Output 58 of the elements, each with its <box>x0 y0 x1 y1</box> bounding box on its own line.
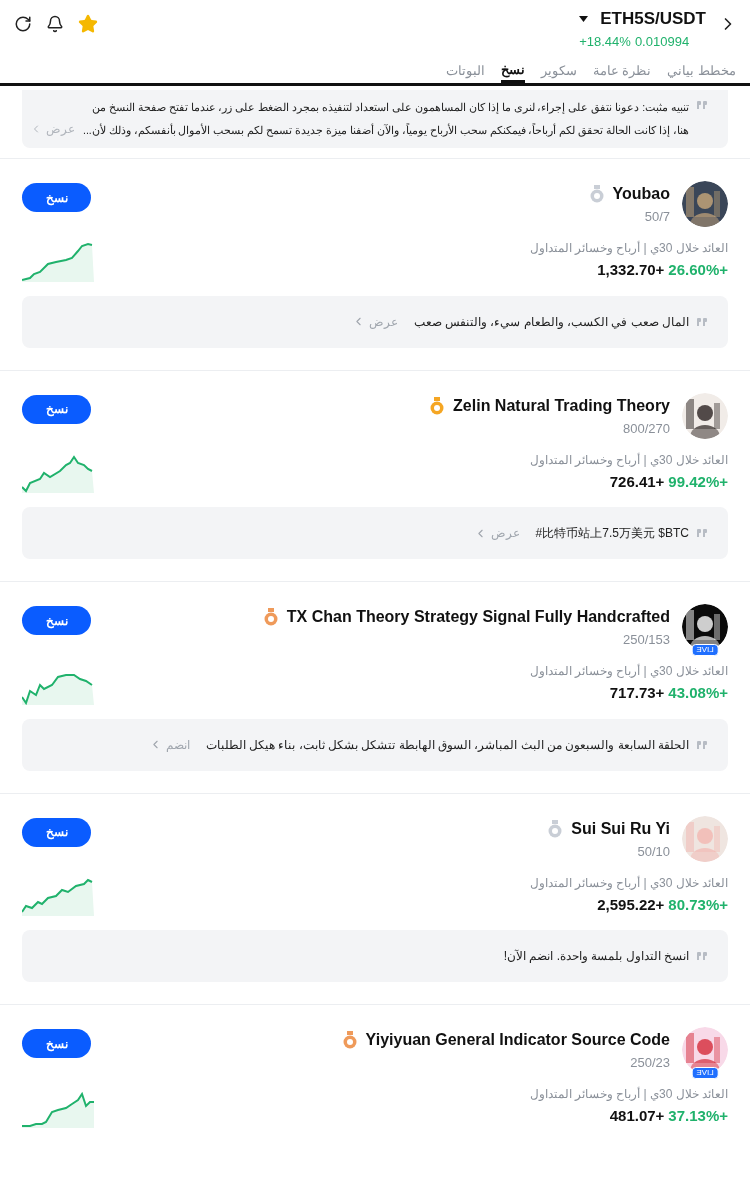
pinned-notice[interactable] <box>22 90 728 148</box>
stats-label: العائد خلال 30ي | أرباح وخسائر المتداول <box>529 874 728 892</box>
live-badge: LIVE <box>691 1067 719 1079</box>
quote-icon <box>697 101 708 109</box>
price-change: +18.44% <box>579 32 631 51</box>
message-card[interactable]: انسخ التداول بلمسة واحدة. انضم الآن! <box>22 930 728 982</box>
tab[interactable]: سكوير <box>540 59 577 83</box>
tab[interactable]: نظرة عامة <box>592 59 652 83</box>
pair-title[interactable]: ETH5S/USDT <box>600 6 706 32</box>
message-text: 比特币站上7.5万美元 $BTC# <box>535 525 689 542</box>
copy-button[interactable]: نسخ <box>22 183 91 212</box>
pnl-value: +726.41 <box>609 471 665 492</box>
message-text: انسخ التداول بلمسة واحدة. انضم الآن! <box>503 948 689 965</box>
message-card[interactable]: الحلقة السابعة والسبعون من البث المباشر، السوق الهابطة تتشكل بشكل ثابت، بناء هيكل الطلبات انضم <box>22 718 728 771</box>
stats-label: العائد خلال 30ي | أرباح وخسائر المتداول <box>529 451 728 469</box>
message-card[interactable]: المال صعب في الكسب، والطعام سيء، والتنفس صعب عرض <box>22 295 728 348</box>
roi-value: +37.13% <box>668 1106 728 1126</box>
trader-name[interactable]: TX Chan Theory Strategy Signal Fully Handcrafted <box>286 605 670 629</box>
message-text: الحلقة السابعة والسبعون من البث المباشر، السوق الهابطة تتشكل بشكل ثابت، بناء هيكل الطلبات <box>205 736 689 754</box>
notice-text: تنبيه مثبت: دعونا نتفق على إجراء، لنرى ما إذا كان المساهمون على استعداد لتنفيذه بمجرد الضغط على زر، عندما تفتح صفحة النسخ من هنا، إذا كانت الحالة تحقق لكم أرباحاً، فيمكنكم سحب الأرباح يومياً، والآن أضفنا ميزة جديدة تسمح لكم بسحب الأموال بأنفسكم، وذلك لأن... <box>83 100 689 139</box>
pnl-value: +1,332.70 <box>597 260 665 280</box>
roi-value: +26.60% <box>668 260 728 280</box>
roi-value: +99.42% <box>668 471 728 492</box>
refresh-icon[interactable] <box>14 15 32 33</box>
quote-icon <box>697 317 708 326</box>
message-text: المال صعب في الكسب، والطعام سيء، والتنفس صعب <box>413 313 689 331</box>
favorite-star-icon[interactable] <box>78 14 98 34</box>
roi-value: +80.73% <box>668 894 728 915</box>
copy-button[interactable]: نسخ <box>22 817 91 847</box>
follower-count: 50/7 <box>644 208 670 226</box>
follower-count: 800/270 <box>623 419 670 438</box>
tab[interactable]: البوتات <box>445 59 485 83</box>
copy-button[interactable]: نسخ <box>22 606 91 635</box>
quote-icon <box>697 740 708 749</box>
stats-label: العائد خلال 30ي | أرباح وخسائر المتداول <box>529 663 728 680</box>
pnl-value: +481.07 <box>609 1106 665 1126</box>
notification-bell-icon[interactable] <box>46 15 64 33</box>
tab[interactable]: نسخ <box>500 59 525 83</box>
tab[interactable]: مخطط بياني <box>667 59 736 83</box>
copy-button[interactable]: نسخ <box>22 394 91 424</box>
stats-label: العائد خلال 30ي | أرباح وخسائر المتداول <box>529 1086 728 1103</box>
follower-count: 250/153 <box>623 631 670 649</box>
stats-label: العائد خلال 30ي | أرباح وخسائر المتداول <box>529 240 728 257</box>
pnl-value: +2,595.22 <box>597 894 665 915</box>
trader-name[interactable]: Youbao <box>612 182 670 206</box>
quote-icon <box>697 952 708 960</box>
copy-button[interactable]: نسخ <box>22 1029 91 1058</box>
quote-icon <box>697 529 708 537</box>
last-price: 0.010994 <box>634 32 690 51</box>
follower-count: 50/10 <box>637 842 670 861</box>
trader-name[interactable]: Zelin Natural Trading Theory <box>453 393 670 418</box>
trader-name[interactable]: Sui Sui Ru Yi <box>571 816 670 841</box>
pnl-value: +717.73 <box>609 683 665 703</box>
dropdown-caret-icon[interactable] <box>579 15 589 22</box>
trader-name[interactable]: Yiyiyuan General Indicator Source Code <box>365 1028 670 1052</box>
follower-count: 250/23 <box>630 1054 670 1072</box>
roi-value: +43.08% <box>668 683 728 703</box>
live-badge: LIVE <box>691 644 719 656</box>
